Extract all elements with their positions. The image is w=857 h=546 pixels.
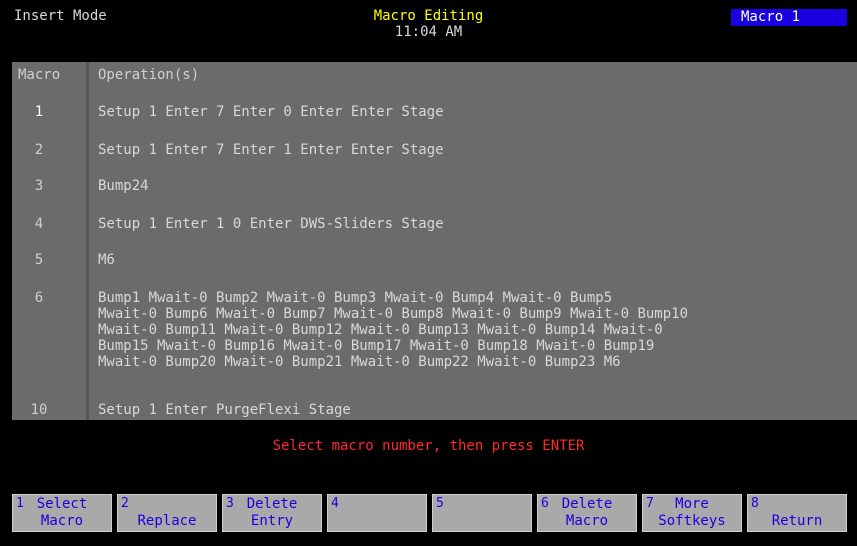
macro-operations: Setup 1 Enter PurgeFlexi Stage <box>98 402 351 418</box>
softkey-number: 4 <box>331 496 339 511</box>
macro-number: 5 <box>34 252 44 268</box>
macro-operations: Bump24 <box>98 178 149 194</box>
softkey-number: 8 <box>751 496 759 511</box>
current-macro-badge: Macro 1 <box>731 9 847 26</box>
softkey-replace[interactable]: 2 Replace <box>117 494 217 532</box>
macro-number: 3 <box>34 178 44 194</box>
macro-table: Macro Operation(s) 1 Setup 1 Enter 7 Ent… <box>12 62 857 420</box>
macro-number: 10 <box>30 402 48 418</box>
macro-operations: Setup 1 Enter 7 Enter 0 Enter Enter Stag… <box>98 104 444 120</box>
softkey-label-line2: Macro <box>40 513 84 529</box>
softkey-label-line1: More <box>675 496 709 512</box>
softkey-4[interactable]: 4 <box>327 494 427 532</box>
macro-number: 6 <box>34 290 44 306</box>
column-header-macro: Macro <box>18 67 61 83</box>
softkey-delete-entry[interactable]: 3 Delete Entry <box>222 494 322 532</box>
softkey-return[interactable]: 8 Return <box>747 494 847 532</box>
column-header-operations: Operation(s) <box>98 67 200 83</box>
macro-operations: Setup 1 Enter 7 Enter 1 Enter Enter Stag… <box>98 142 444 158</box>
macro-operations: Bump1 Mwait-0 Bump2 Mwait-0 Bump3 Mwait-… <box>98 290 689 370</box>
softkey-label-line2: Softkeys <box>658 513 726 529</box>
softkey-label-line2: Replace <box>137 513 197 529</box>
softkey-number: 2 <box>121 496 129 511</box>
softkey-label-line2: Entry <box>250 513 294 529</box>
macro-operations: M6 <box>98 252 115 268</box>
column-divider <box>86 62 89 420</box>
softkey-5[interactable]: 5 <box>432 494 532 532</box>
softkey-label-line1: Delete <box>246 496 298 512</box>
softkey-label-line2: Macro <box>565 513 609 529</box>
softkey-label-line2: Return <box>771 513 823 529</box>
clock: 11:04 AM <box>394 24 463 40</box>
softkey-number: 5 <box>436 496 444 511</box>
title-block: Macro Editing 11:04 AM <box>0 8 857 40</box>
macro-number: 2 <box>34 142 44 158</box>
status-prompt: Select macro number, then press ENTER <box>272 438 585 454</box>
softkey-label-line1: Select <box>36 496 88 512</box>
macro-number: 1 <box>34 104 44 120</box>
softkey-select-macro[interactable]: 1 Select Macro <box>12 494 112 532</box>
softkey-label-line1: Delete <box>561 496 613 512</box>
macro-number: 4 <box>34 216 44 232</box>
softkey-delete-macro[interactable]: 6 Delete Macro <box>537 494 637 532</box>
header-bar: Insert Mode Macro Editing 11:04 AM Macro… <box>0 0 857 58</box>
softkey-bar: 1 Select Macro 2 Replace 3 Delete Entry … <box>12 494 847 532</box>
macro-operations: Setup 1 Enter 1 0 Enter DWS-Sliders Stag… <box>98 216 444 232</box>
softkey-more-softkeys[interactable]: 7 More Softkeys <box>642 494 742 532</box>
table-header: Macro Operation(s) <box>12 62 857 86</box>
screen-title: Macro Editing <box>373 8 484 24</box>
